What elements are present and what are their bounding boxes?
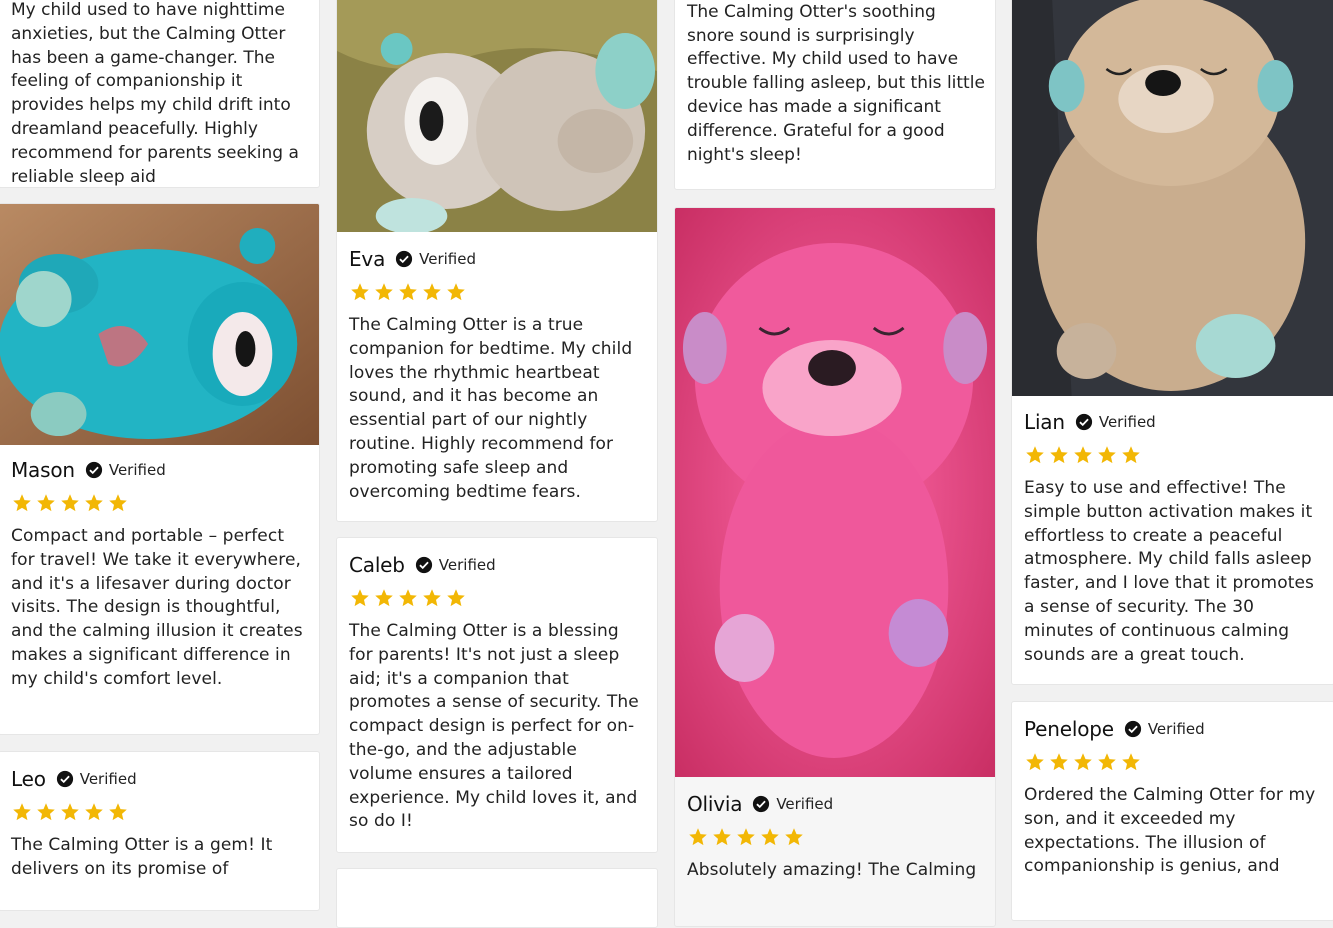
star-icon xyxy=(13,803,31,821)
star-icon xyxy=(61,803,79,821)
reviewer-name: Leo xyxy=(11,767,46,791)
review-card-mason[interactable]: Mason Verified Compact and portable – pe… xyxy=(0,203,320,735)
review-photo[interactable] xyxy=(1012,0,1333,396)
reviewer-name: Penelope xyxy=(1024,717,1114,741)
review-card-eva[interactable]: Eva Verified The Calming Otter is a true… xyxy=(336,0,658,522)
star-icon xyxy=(761,828,779,846)
star-icon xyxy=(689,828,707,846)
verified-check-icon xyxy=(415,556,433,574)
star-icon xyxy=(399,283,417,301)
star-icon xyxy=(375,589,393,607)
review-text: Compact and portable – perfect for trave… xyxy=(11,526,303,689)
star-icon xyxy=(1122,753,1140,771)
verified-label: Verified xyxy=(108,461,166,479)
star-icon xyxy=(1098,446,1116,464)
star-icon xyxy=(37,494,55,512)
star-icon xyxy=(399,589,417,607)
star-rating xyxy=(349,282,645,302)
verified-label: Verified xyxy=(79,770,137,788)
star-icon xyxy=(423,283,441,301)
star-icon xyxy=(1026,753,1044,771)
review-card-leo[interactable]: Leo Verified The Calming Otter is a gem!… xyxy=(0,751,320,911)
star-icon xyxy=(423,589,441,607)
star-icon xyxy=(447,589,465,607)
review-card-olivia[interactable]: Olivia Verified Absolutely amazing! The … xyxy=(674,207,996,927)
review-text: Absolutely amazing! The Calming xyxy=(687,860,977,880)
review-text: Transformed our bedtime routine! The Cal… xyxy=(687,1,985,165)
star-rating xyxy=(1024,752,1322,772)
reviewer-name: Olivia xyxy=(687,792,743,816)
review-text: The Calming Otter is a blessing for pare… xyxy=(349,621,639,832)
star-icon xyxy=(109,803,127,821)
verified-label: Verified xyxy=(419,250,476,268)
review-text: My child used to have nighttime anxietie… xyxy=(11,0,299,187)
star-rating xyxy=(11,802,307,822)
star-icon xyxy=(447,283,465,301)
reviewer-name: Caleb xyxy=(349,553,405,577)
verified-label: Verified xyxy=(1098,413,1156,431)
review-card-penelope[interactable]: Penelope Verified Ordered the Calming Ot… xyxy=(1011,701,1333,921)
verified-check-icon xyxy=(85,461,103,479)
review-card-caleb[interactable]: Caleb Verified The Calming Otter is a bl… xyxy=(336,537,658,853)
review-card-top-left: My child used to have nighttime anxietie… xyxy=(0,0,320,188)
verified-check-icon xyxy=(56,770,74,788)
review-photo[interactable] xyxy=(337,0,657,232)
star-icon xyxy=(85,494,103,512)
verified-check-icon xyxy=(752,795,770,813)
verified-label: Verified xyxy=(438,556,496,574)
star-icon xyxy=(1098,753,1116,771)
reviewer-name: Mason xyxy=(11,458,75,482)
review-card-top-right: Transformed our bedtime routine! The Cal… xyxy=(674,0,996,190)
verified-check-icon xyxy=(1124,720,1142,738)
star-rating xyxy=(349,588,645,608)
star-icon xyxy=(13,494,31,512)
star-icon xyxy=(1050,446,1068,464)
star-icon xyxy=(37,803,55,821)
star-icon xyxy=(109,494,127,512)
review-text: The Calming Otter is a true companion fo… xyxy=(349,315,633,502)
review-text: Ordered the Calming Otter for my son, an… xyxy=(1024,785,1316,877)
star-icon xyxy=(61,494,79,512)
reviewer-name: Lian xyxy=(1024,410,1065,434)
star-icon xyxy=(351,283,369,301)
star-rating xyxy=(687,827,983,847)
star-icon xyxy=(1026,446,1044,464)
star-icon xyxy=(375,283,393,301)
star-rating xyxy=(11,493,307,513)
star-icon xyxy=(1074,446,1092,464)
verified-label: Verified xyxy=(776,795,834,813)
review-text: Easy to use and effective! The simple bu… xyxy=(1024,478,1315,665)
verified-check-icon xyxy=(1075,413,1093,431)
review-photo[interactable] xyxy=(0,204,319,445)
review-card-lian[interactable]: Lian Verified Easy to use and effective!… xyxy=(1011,0,1333,685)
star-icon xyxy=(1074,753,1092,771)
reviewer-name: Eva xyxy=(349,247,386,271)
star-icon xyxy=(85,803,103,821)
review-card-partial[interactable] xyxy=(336,868,658,928)
star-rating xyxy=(1024,445,1322,465)
verified-label: Verified xyxy=(1147,720,1205,738)
star-icon xyxy=(351,589,369,607)
review-photo[interactable] xyxy=(675,208,995,777)
star-icon xyxy=(1122,446,1140,464)
star-icon xyxy=(1050,753,1068,771)
verified-check-icon xyxy=(395,250,413,268)
star-icon xyxy=(785,828,803,846)
star-icon xyxy=(713,828,731,846)
star-icon xyxy=(737,828,755,846)
review-text: The Calming Otter is a gem! It delivers … xyxy=(11,835,273,879)
